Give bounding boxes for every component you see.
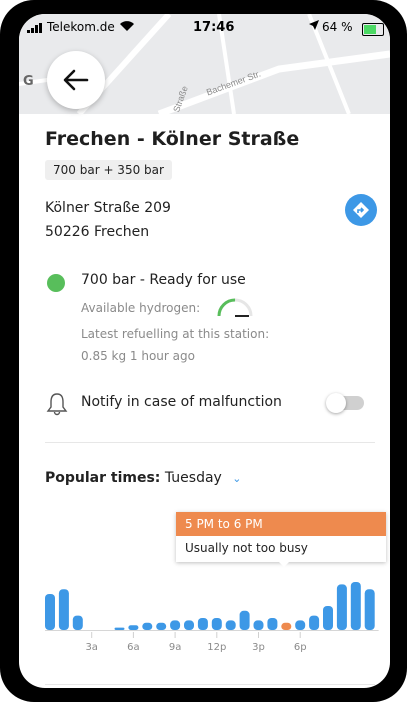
chart-bar[interactable] — [58, 589, 69, 630]
chart-bar[interactable] — [142, 622, 153, 630]
popular-times-day[interactable]: Tuesday — [165, 470, 222, 486]
chart-bar[interactable] — [170, 620, 181, 630]
location-arrow-icon — [309, 20, 319, 33]
chart-bar[interactable] — [350, 582, 361, 630]
chevron-down-icon[interactable]: ⌄ — [232, 472, 241, 485]
divider — [45, 442, 375, 443]
chart-bar[interactable] — [72, 615, 83, 630]
chart-bar[interactable] — [295, 620, 306, 630]
chart-bar[interactable] — [239, 610, 250, 630]
phone-frame: Bachemer Str. Straße G Telekom.de 17:46 … — [0, 0, 407, 702]
battery-percent: 64 % — [322, 20, 353, 34]
chart-bar[interactable] — [156, 622, 167, 630]
notify-toggle[interactable] — [326, 393, 364, 413]
chart-bar[interactable] — [45, 594, 55, 630]
chart-bar[interactable] — [197, 618, 208, 630]
chart-bar[interactable] — [211, 618, 222, 630]
chart-bar[interactable] — [267, 618, 278, 630]
chart-bar[interactable] — [253, 620, 264, 630]
popular-times-header[interactable]: Popular times: Tuesday ⌄ — [45, 470, 242, 486]
toggle-knob[interactable] — [326, 393, 346, 413]
chart-bar[interactable] — [184, 620, 194, 630]
wifi-icon — [119, 20, 135, 35]
signal-icon — [27, 23, 42, 33]
station-title: Frechen - Kölner Straße — [45, 128, 300, 150]
address-city: 50226 Frechen — [45, 224, 150, 240]
bell-icon — [46, 393, 68, 416]
arrow-left-icon — [63, 69, 89, 91]
back-button[interactable] — [47, 51, 105, 109]
popular-times-label: Popular times: — [45, 470, 161, 486]
notify-label: Notify in case of malfunction — [81, 394, 282, 410]
pressure-badge: 700 bar + 350 bar — [45, 160, 172, 180]
chart-tick-label: 6p — [294, 642, 307, 653]
refuel-label: Latest refuelling at this station: — [81, 327, 270, 341]
popular-times-chart[interactable]: 3a 6a 9a 12p 3p 6p — [19, 572, 390, 672]
chart-bar[interactable] — [336, 584, 347, 630]
chart-tick-label: 6a — [127, 642, 139, 653]
clock: 17:46 — [193, 20, 235, 35]
chart-bar[interactable] — [128, 625, 139, 630]
carrier-label: Telekom.de — [47, 20, 115, 34]
station-status: 700 bar - Ready for use — [81, 272, 246, 288]
tooltip-pointer — [278, 561, 290, 567]
chart-tick-label: 12p — [207, 642, 226, 653]
chart-bar[interactable] — [281, 622, 292, 630]
chart-bar[interactable] — [114, 627, 125, 630]
hydrogen-gauge — [217, 298, 253, 317]
refuel-value: 0.85 kg 1 hour ago — [81, 349, 195, 363]
chart-bar[interactable] — [309, 615, 320, 630]
address-street: Kölner Straße 209 — [45, 200, 171, 216]
chart-bar[interactable] — [364, 589, 375, 630]
chart-bar[interactable] — [225, 620, 236, 630]
directions-icon — [353, 202, 369, 218]
tooltip-text: Usually not too busy — [185, 541, 308, 555]
tooltip-time: 5 PM to 6 PM — [176, 512, 386, 536]
directions-button[interactable] — [345, 194, 377, 226]
chart-tick-label: 3p — [252, 642, 265, 653]
available-hydrogen-label: Available hydrogen: — [81, 301, 201, 315]
status-indicator — [47, 274, 65, 292]
chart-tick-label: 9a — [169, 642, 182, 653]
chart-bar[interactable] — [323, 606, 333, 630]
status-bar: Telekom.de 17:46 64 % — [19, 20, 390, 38]
popular-times-tooltip: 5 PM to 6 PM Usually not too busy — [176, 512, 386, 567]
chart-tick-label: 3a — [85, 642, 98, 653]
divider — [45, 684, 375, 685]
app-screen: Bachemer Str. Straße G Telekom.de 17:46 … — [19, 14, 390, 688]
map-logo: G — [23, 74, 34, 89]
battery-charging-icon — [362, 23, 384, 36]
